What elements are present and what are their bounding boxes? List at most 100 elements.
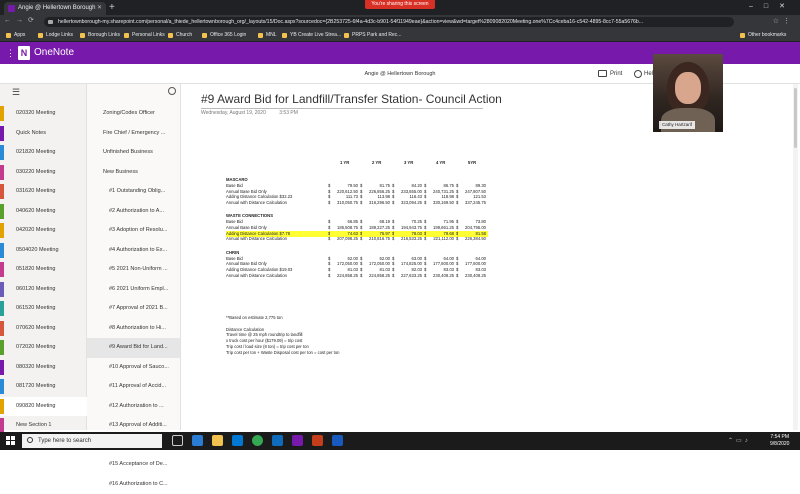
page-item[interactable]: #3 Adoption of Resolu... xyxy=(87,221,180,241)
page-item[interactable]: #16 Authorization to C... xyxy=(87,475,180,494)
bookmark-item[interactable]: YB Create Live Strea... xyxy=(282,29,341,42)
section-label: 0504020 Meeting xyxy=(16,247,59,253)
table-cell: 84.20 xyxy=(394,183,422,188)
section-item[interactable]: 090820 Meeting xyxy=(0,397,87,417)
print-button[interactable]: Print xyxy=(598,68,622,80)
bookmark-item[interactable]: Church xyxy=(168,29,192,42)
section-item[interactable]: 020320 Meeting xyxy=(0,104,87,124)
section-item[interactable]: 072020 Meeting xyxy=(0,338,87,358)
table-row: Annual with Distance Calculation$310,050… xyxy=(226,200,491,206)
outlook-icon[interactable] xyxy=(272,435,283,446)
page-item[interactable]: #9 Award Bid for Land... xyxy=(87,338,180,358)
page-item[interactable]: New Business xyxy=(87,163,180,183)
new-tab-button[interactable]: + xyxy=(109,2,115,13)
page-item[interactable]: #5 2021 Non-Uniform ... xyxy=(87,260,180,280)
app-launcher-icon[interactable]: ⋮⋮ xyxy=(6,48,16,58)
task-view-icon[interactable] xyxy=(172,435,183,446)
navigation-buttons[interactable]: ←→⟳ xyxy=(4,16,39,24)
page-item[interactable]: #8 Authorization to Hi... xyxy=(87,319,180,339)
table-cell: 189,227.25 xyxy=(362,225,390,230)
section-item[interactable]: 0504020 Meeting xyxy=(0,241,87,261)
search-icon[interactable] xyxy=(168,87,176,95)
page-item[interactable]: #6 2021 Uniform Empl... xyxy=(87,280,180,300)
section-item[interactable]: 081720 Meeting xyxy=(0,377,87,397)
page-item[interactable]: #7 Approval of 2021 B... xyxy=(87,299,180,319)
table-cell: 62.00 xyxy=(362,256,390,261)
word-icon[interactable] xyxy=(332,435,343,446)
table-cell: 199,661.25 xyxy=(426,225,454,230)
url-text: hellertownborough-my.sharepoint.com/pers… xyxy=(58,19,643,25)
pages-pane: Zoning/Codes OfficerFire Chief / Emergen… xyxy=(87,84,181,430)
page-item[interactable]: Unfinished Business xyxy=(87,143,180,163)
page-item[interactable]: #1 Outstanding Oblig... xyxy=(87,182,180,202)
webcam-participant-name: Cathy Hartzarif xyxy=(659,121,695,129)
section-item[interactable]: 031620 Meeting xyxy=(0,182,87,202)
onenote-taskbar-icon[interactable] xyxy=(292,435,303,446)
page-date: Wednesday, August 19, 2020 xyxy=(201,110,266,116)
table-cell: 70.25 xyxy=(394,219,422,224)
taskbar-clock[interactable]: 7:54 PM 9/8/2020 xyxy=(770,434,789,447)
taskbar-search-box[interactable]: Type here to search xyxy=(22,434,162,448)
section-label: 080320 Meeting xyxy=(16,364,55,370)
chrome-icon[interactable] xyxy=(252,435,263,446)
system-tray-icons[interactable]: ⌃▭♪ xyxy=(728,437,751,444)
search-icon xyxy=(27,437,33,443)
bookmark-item[interactable]: PRPS Park and Rec... xyxy=(344,29,401,42)
bookmark-item[interactable]: Lodge Links xyxy=(38,29,73,42)
section-item[interactable]: 040620 Meeting xyxy=(0,202,87,222)
table-cell: 111.73 xyxy=(330,194,358,199)
windows-taskbar: Type here to search ⌃▭♪ 7:54 PM 9/8/2020 xyxy=(0,432,800,450)
hamburger-menu-icon[interactable]: ☰ xyxy=(12,87,20,98)
windows-start-icon[interactable] xyxy=(6,436,15,445)
powerpoint-icon[interactable] xyxy=(312,435,323,446)
section-item[interactable]: 061520 Meeting xyxy=(0,299,87,319)
bookmark-item[interactable]: Personal Links xyxy=(124,29,165,42)
page-item[interactable]: Zoning/Codes Officer xyxy=(87,104,180,124)
table-cell: 73.80 xyxy=(458,219,486,224)
section-item[interactable]: 060120 Meeting xyxy=(0,280,87,300)
section-item[interactable]: 080320 Meeting xyxy=(0,358,87,378)
section-item[interactable]: 021820 Meeting xyxy=(0,143,87,163)
navigation-pane-header: ☰ xyxy=(0,84,180,104)
page-title[interactable]: #9 Award Bid for Landfill/Transfer Stati… xyxy=(201,92,483,109)
bookmark-folder-icon xyxy=(282,33,287,38)
bookmark-item[interactable]: Borough Links xyxy=(80,29,120,42)
page-item[interactable]: #2 Authorization to A... xyxy=(87,202,180,222)
section-item[interactable]: 070620 Meeting xyxy=(0,319,87,339)
section-item[interactable]: 030220 Meeting xyxy=(0,163,87,183)
bookmark-item[interactable]: Office 365 Login xyxy=(202,29,246,42)
calculation-note: Trip cost per ton + Waste Disposal cost … xyxy=(226,350,340,355)
vertical-scrollbar[interactable] xyxy=(793,84,798,430)
bookmark-item[interactable]: MNL xyxy=(258,29,277,42)
bookmark-label: Office 365 Login xyxy=(210,32,246,38)
page-item[interactable]: Fire Chief / Emergency ... xyxy=(87,124,180,144)
close-tab-icon[interactable]: ✕ xyxy=(97,2,102,15)
year-column-header: 1 YR xyxy=(340,160,349,165)
page-time: 3:53 PM xyxy=(279,110,298,116)
company-name: MASCARO xyxy=(226,177,248,182)
table-cell: 177,600.00 xyxy=(458,261,486,266)
store-icon[interactable] xyxy=(232,435,243,446)
file-explorer-icon[interactable] xyxy=(212,435,223,446)
page-item[interactable]: #11 Approval of Accid... xyxy=(87,377,180,397)
section-color-tab xyxy=(0,399,4,414)
table-cell: 81.03 xyxy=(330,267,358,272)
bookmark-item[interactable]: Apps xyxy=(6,29,25,42)
app-title[interactable]: OneNote xyxy=(34,42,74,64)
extensions-icons[interactable]: ☆⋮ xyxy=(773,17,794,25)
section-item[interactable]: Quick Notes xyxy=(0,124,87,144)
section-label: 090820 Meeting xyxy=(16,403,55,409)
window-controls[interactable]: –□✕ xyxy=(749,2,796,10)
bookmark-item[interactable]: Other bookmarks xyxy=(740,29,786,42)
page-item[interactable]: #15 Acceptance of De... xyxy=(87,455,180,475)
page-item[interactable]: #10 Approval of Sauco... xyxy=(87,358,180,378)
bookmark-label: Apps xyxy=(14,32,25,38)
page-item[interactable]: #4 Authorization to Ex... xyxy=(87,241,180,261)
section-item[interactable]: 051820 Meeting xyxy=(0,260,87,280)
section-color-tab xyxy=(0,204,4,219)
browser-tab[interactable]: Angie @ Hellertown Borough ✕ xyxy=(4,2,106,15)
page-item[interactable]: #12 Authorization to ... xyxy=(87,397,180,417)
edge-browser-icon[interactable] xyxy=(192,435,203,446)
section-item[interactable]: 042020 Meeting xyxy=(0,221,87,241)
url-field[interactable]: hellertownborough-my.sharepoint.com/pers… xyxy=(44,17,734,27)
